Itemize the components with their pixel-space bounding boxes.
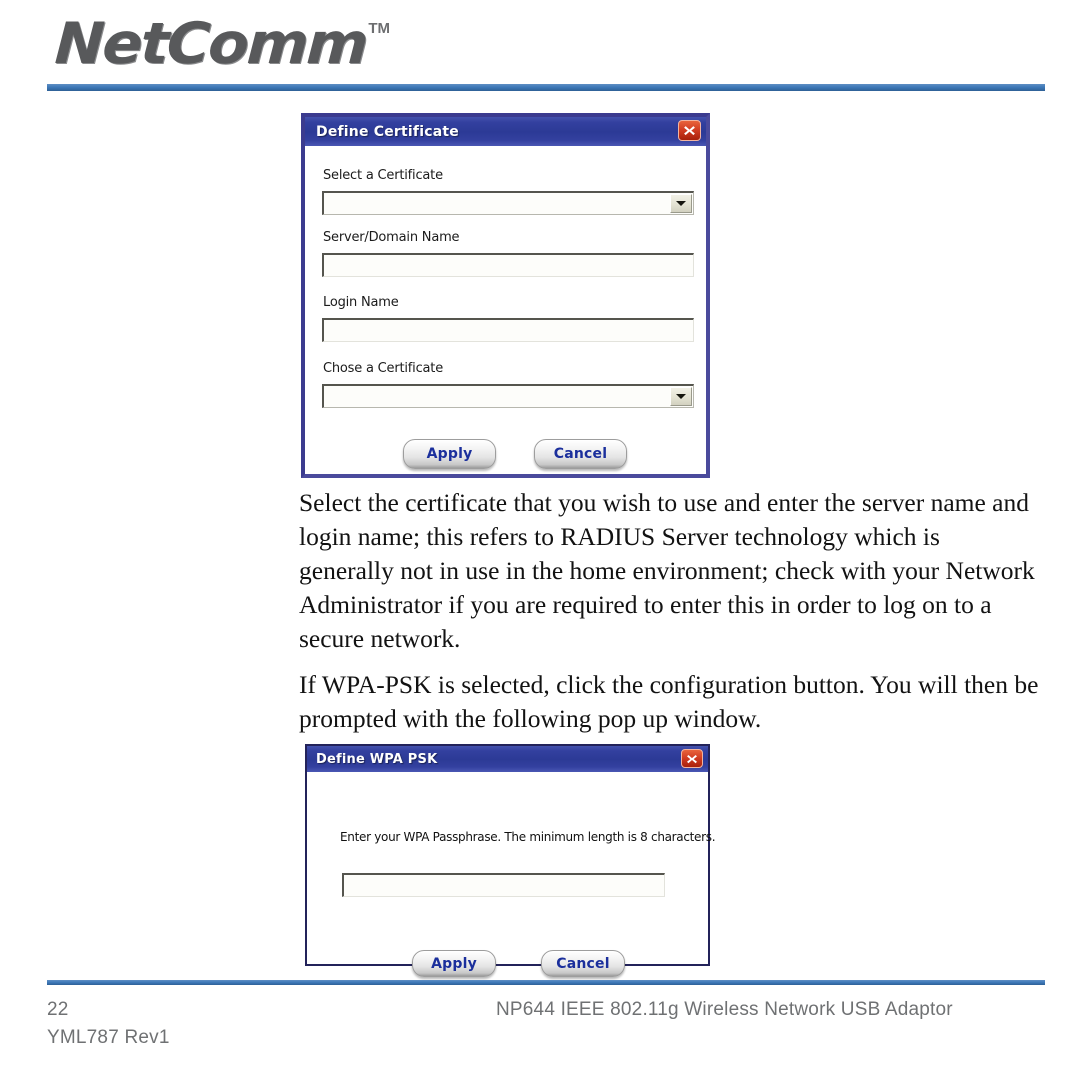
page-header: NetComm TM xyxy=(0,0,1080,100)
document-revision: YML787 Rev1 xyxy=(47,1027,170,1048)
footer-divider xyxy=(47,980,1045,985)
paragraph-wpa-psk-instructions: If WPA-PSK is selected, click the config… xyxy=(299,670,1039,733)
login-name-input[interactable] xyxy=(322,318,694,342)
wpa-psk-dialog-titlebar: Define WPA PSK xyxy=(307,746,708,772)
login-name-label: Login Name xyxy=(323,295,399,310)
cancel-button[interactable]: Cancel xyxy=(534,439,627,469)
certificate-dialog-titlebar: Define Certificate xyxy=(305,117,706,146)
product-model-name: NP644 IEEE 802.11g Wireless Network USB … xyxy=(496,999,953,1020)
select-certificate-label: Select a Certificate xyxy=(323,168,443,183)
cancel-button[interactable]: Cancel xyxy=(541,950,625,977)
wpa-psk-dialog-title: Define WPA PSK xyxy=(316,751,438,767)
define-certificate-dialog: Define Certificate Select a Certificate … xyxy=(301,113,710,478)
paragraph-certificate-instructions: Select the certificate that you wish to … xyxy=(299,488,1035,653)
select-certificate-combobox[interactable] xyxy=(322,191,694,215)
apply-button[interactable]: Apply xyxy=(412,950,496,977)
chevron-down-icon[interactable] xyxy=(670,387,692,406)
server-domain-name-input[interactable] xyxy=(322,253,694,277)
trademark-mark: TM xyxy=(368,20,391,37)
chevron-down-icon[interactable] xyxy=(670,194,692,213)
server-domain-name-label: Server/Domain Name xyxy=(323,230,460,245)
logo-wordmark: NetComm xyxy=(53,11,369,77)
wpa-passphrase-input[interactable] xyxy=(342,873,665,897)
wpa-psk-dialog-body: Enter your WPA Passphrase. The minimum l… xyxy=(307,772,716,977)
wpa-passphrase-prompt: Enter your WPA Passphrase. The minimum l… xyxy=(340,830,716,844)
page-number: 22 xyxy=(47,999,69,1020)
apply-button[interactable]: Apply xyxy=(403,439,496,469)
netcomm-logo: NetComm TM xyxy=(53,11,391,77)
certificate-dialog-title: Define Certificate xyxy=(316,123,459,140)
close-icon[interactable] xyxy=(681,749,703,768)
close-icon[interactable] xyxy=(678,120,701,141)
certificate-dialog-body: Select a Certificate Server/Domain Name … xyxy=(305,146,706,474)
define-wpa-psk-dialog: Define WPA PSK Enter your WPA Passphrase… xyxy=(305,744,716,977)
header-divider xyxy=(47,84,1045,91)
chose-certificate-combobox[interactable] xyxy=(322,384,694,408)
chose-certificate-label: Chose a Certificate xyxy=(323,361,443,376)
